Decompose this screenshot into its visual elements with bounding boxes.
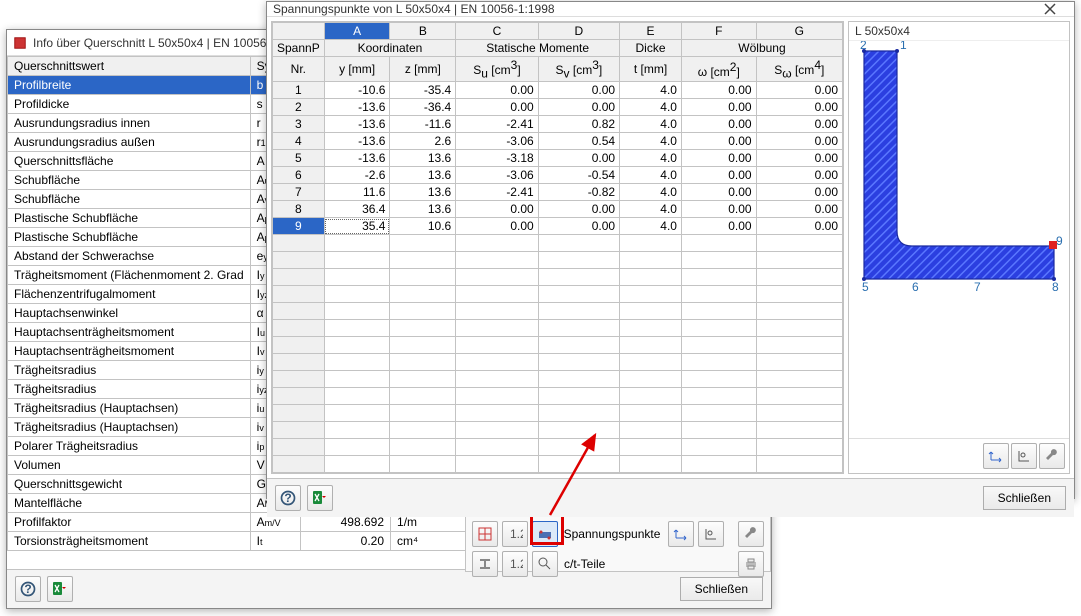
stresspoint-row[interactable]: 5-13.613.6-3.180.004.00.000.00 <box>273 150 843 167</box>
col-sub[interactable]: y [mm] <box>324 57 390 82</box>
config-button[interactable] <box>1039 443 1065 469</box>
close-icon <box>1044 3 1056 15</box>
stresspoint-row[interactable]: 1-10.6-35.40.000.004.00.000.00 <box>273 82 843 99</box>
col-name[interactable]: Querschnittswert <box>8 57 251 76</box>
section-svg: 2 1 5 6 7 8 9 <box>854 41 1064 301</box>
svg-text:8: 8 <box>1052 280 1059 294</box>
print-button-frag[interactable] <box>738 551 764 577</box>
svg-text:1: 1 <box>900 41 907 52</box>
excel-icon <box>52 581 68 597</box>
help-button-back[interactable]: ? <box>15 576 41 602</box>
ct-zoom-button[interactable] <box>532 551 558 577</box>
wrench-icon <box>1044 448 1060 464</box>
dimension-button[interactable]: 1.23 <box>502 521 528 547</box>
col-sub[interactable]: Nr. <box>273 57 325 82</box>
col-letter[interactable]: E <box>620 23 682 40</box>
col-letter[interactable]: B <box>390 23 456 40</box>
center-icon <box>703 526 719 542</box>
stresspoint-row[interactable]: 711.613.6-2.41-0.824.00.000.00 <box>273 184 843 201</box>
col-group: Statische Momente <box>456 40 620 57</box>
excel-export-button-front[interactable] <box>307 485 333 511</box>
ct-label: c/t-Teile <box>564 557 605 571</box>
i-section-button[interactable] <box>472 551 498 577</box>
excel-export-button-back[interactable] <box>47 576 73 602</box>
preview-title: L 50x50x4 <box>849 22 1069 41</box>
stresspoint-row[interactable]: 2-13.6-36.40.000.004.00.000.00 <box>273 99 843 116</box>
col-sub[interactable]: Su [cm3] <box>456 57 538 82</box>
axes-icon <box>988 448 1004 464</box>
center-button-frag[interactable] <box>698 521 724 547</box>
center-button[interactable] <box>1011 443 1037 469</box>
stress-points-button[interactable] <box>532 521 558 547</box>
config-button-frag[interactable] <box>738 521 764 547</box>
section-preview: 2 1 5 6 7 8 9 <box>849 41 1069 438</box>
dimension-icon: 1.23 <box>507 556 523 572</box>
stresspoints-title: Spannungspunkte von L 50x50x4 | EN 10056… <box>273 2 555 16</box>
svg-text:5: 5 <box>862 280 869 294</box>
col-group: Koordinaten <box>324 40 456 57</box>
stresspoints-titlebar: Spannungspunkte von L 50x50x4 | EN 10056… <box>267 2 1074 17</box>
stresspoint-row[interactable]: 3-13.6-11.6-2.410.824.00.000.00 <box>273 116 843 133</box>
stresspoint-row[interactable]: 4-13.62.6-3.060.544.00.000.00 <box>273 133 843 150</box>
axes-button-frag[interactable] <box>668 521 694 547</box>
dimension-icon: 1.23 <box>507 526 523 542</box>
svg-text:?: ? <box>284 491 291 505</box>
help-button-front[interactable]: ? <box>275 485 301 511</box>
col-sub[interactable]: ω [cm2] <box>681 57 756 82</box>
col-sub[interactable]: Sv [cm3] <box>538 57 619 82</box>
svg-text:1.23: 1.23 <box>510 557 523 571</box>
col-sub[interactable]: z [mm] <box>390 57 456 82</box>
excel-icon <box>312 490 328 506</box>
app-icon <box>13 36 27 50</box>
svg-text:2: 2 <box>860 41 867 52</box>
col-letter[interactable]: A <box>324 23 390 40</box>
help-icon: ? <box>280 490 296 506</box>
center-icon <box>1016 448 1032 464</box>
svg-text:6: 6 <box>912 280 919 294</box>
svg-text:7: 7 <box>974 280 981 294</box>
section-view-button[interactable] <box>472 521 498 547</box>
zoom-icon <box>537 556 553 572</box>
close-button-front[interactable]: Schließen <box>983 486 1066 510</box>
axes-icon <box>673 526 689 542</box>
col-group: SpannP <box>273 40 325 57</box>
help-icon: ? <box>20 581 36 597</box>
section-icon <box>477 526 493 542</box>
svg-text:9: 9 <box>1056 234 1063 248</box>
stresspoints-window: Spannungspunkte von L 50x50x4 | EN 10056… <box>266 1 1075 499</box>
printer-icon <box>743 556 759 572</box>
stresspoint-row[interactable]: 935.410.60.000.004.00.000.00 <box>273 218 843 235</box>
col-sub[interactable]: t [mm] <box>620 57 682 82</box>
col-letter[interactable]: C <box>456 23 538 40</box>
col-sub[interactable]: Sω [cm4] <box>756 57 842 82</box>
dimension-button-2[interactable]: 1.23 <box>502 551 528 577</box>
col-letter[interactable]: F <box>681 23 756 40</box>
svg-text:1.23: 1.23 <box>510 527 523 541</box>
stresspoints-table[interactable]: ABCDEFG SpannPKoordinatenStatische Momen… <box>272 22 843 473</box>
stresspoint-row[interactable]: 836.413.60.000.004.00.000.00 <box>273 201 843 218</box>
close-icon-button[interactable] <box>1032 2 1068 16</box>
col-letter[interactable]: G <box>756 23 842 40</box>
i-icon <box>477 556 493 572</box>
info-title: Info über Querschnitt L 50x50x4 | EN 100… <box>33 36 281 50</box>
stress-points-label: Spannungspunkte <box>564 527 661 541</box>
preview-toolbar <box>849 438 1069 473</box>
stresspoints-bottom-bar: ? Schließen <box>267 478 1074 517</box>
col-group: Wölbung <box>681 40 842 57</box>
col-letter[interactable]: D <box>538 23 619 40</box>
axes-button[interactable] <box>983 443 1009 469</box>
svg-text:?: ? <box>24 582 31 596</box>
wrench-icon <box>743 526 759 542</box>
stresspoint-row[interactable]: 6-2.613.6-3.06-0.544.00.000.00 <box>273 167 843 184</box>
col-group: Dicke <box>620 40 682 57</box>
stresspoints-icon <box>537 526 553 542</box>
